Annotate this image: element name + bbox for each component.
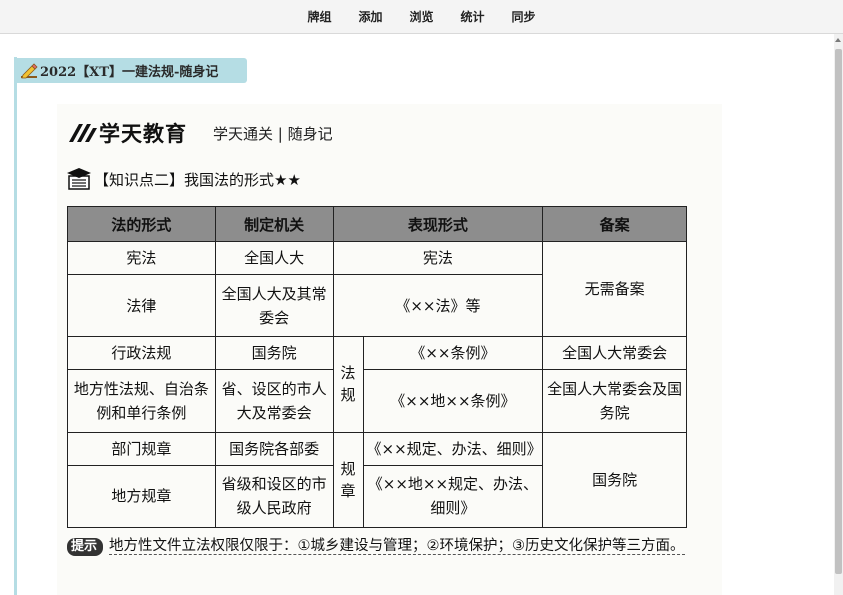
flashcard-image: 学天教育 学天通关 | 随身记 【知识点二】我国法的形式★★ 法的形式 制定机关… [57,104,722,595]
table-row: 行政法规 国务院 法规 《××条例》 全国人大常委会 [67,336,687,433]
cell-organ: 国务院各部委 [214,431,334,466]
nav-stats[interactable]: 统计 [461,8,485,25]
pencil-icon [21,62,38,78]
cell-organ: 全国人大 [214,241,334,275]
cell-organ: 省、设区的市人大及常委会 [214,369,334,433]
cell-expression: 《××规定、办法、细则》 [362,431,544,466]
header-cell: 制定机关 [214,206,334,242]
brand-name: 学天教育 [99,122,187,146]
cell-form: 法律 [67,273,216,338]
nav-decks[interactable]: 牌组 [307,8,331,25]
cell-group-fagui: 法规 [332,336,364,433]
table-header-row: 法的形式 制定机关 表现形式 备案 [67,206,687,242]
cell-record: 全国人大常委会 [542,336,687,371]
cell-form: 部门规章 [67,431,216,466]
cell-organ: 国务院 [214,336,334,371]
cell-group-guizhang: 规章 [332,431,364,529]
nav-browse[interactable]: 浏览 [409,8,433,25]
section-heading: 【知识点二】我国法的形式★★ [66,167,301,191]
brand-header: 学天教育 学天通关 | 随身记 [69,118,333,148]
deck-title-bar[interactable]: 2022【XT】一建法规-随身记 [14,58,247,83]
tip-note: 提示 地方性文件立法权限仅限于：①城乡建设与管理；②环境保护；③历史文化保护等三方… [67,534,697,559]
vertical-scrollbar[interactable] [834,34,843,595]
tip-text: 地方性文件立法权限仅限于：①城乡建设与管理；②环境保护；③历史文化保护等三方面。 [109,538,685,555]
table-row: 部门规章 国务院各部委 规章 《××规定、办法、细则》 国务院 [67,431,687,529]
cell-expression: 宪法 [332,241,544,275]
cell-record: 全国人大常委会及国务院 [542,369,687,433]
graduation-cap-icon [67,168,91,190]
cell-expression: 《××地××条例》 [362,369,544,433]
scrollbar-thumb[interactable] [835,49,842,574]
cell-record: 无需备案 [542,240,687,338]
nav-add[interactable]: 添加 [358,8,382,25]
table-row: 宪法 全国人大 宪法 无需备案 [67,240,687,338]
cell-organ: 全国人大及其常委会 [214,273,334,338]
cell-form: 宪法 [67,241,216,275]
cell-form: 行政法规 [67,336,216,371]
cell-form: 地方性法规、自治条例和单行条例 [67,369,216,433]
logo-icon [69,124,97,142]
cell-expression: 《××法》等 [332,273,544,338]
cell-expression: 《××地××规定、办法、细则》 [362,464,544,529]
law-forms-table: 法的形式 制定机关 表现形式 备案 宪法 全国人大 宪法 无需备案 法律 全国人… [67,206,687,529]
cell-form: 地方规章 [67,464,216,529]
tip-badge: 提示 [67,538,104,556]
cell-expression: 《××条例》 [362,336,544,371]
header-cell: 备案 [542,206,687,242]
brand-subtitle: 学天通关 | 随身记 [213,124,333,143]
top-nav: 牌组 添加 浏览 统计 同步 [0,0,843,34]
cell-organ: 省级和设区的市级人民政府 [214,464,334,529]
header-cell: 表现形式 [332,206,544,242]
nav-sync[interactable]: 同步 [512,8,536,25]
section-title: 【知识点二】我国法的形式★★ [94,170,301,189]
header-cell: 法的形式 [67,206,216,242]
deck-title: 2022【XT】一建法规-随身记 [40,65,219,80]
table-row: 地方性法规、自治条例和单行条例 省、设区的市人大及常委会 《××地××条例》 全… [67,369,687,433]
scroll-up-icon[interactable] [835,38,841,42]
cell-record: 国务院 [542,431,687,529]
